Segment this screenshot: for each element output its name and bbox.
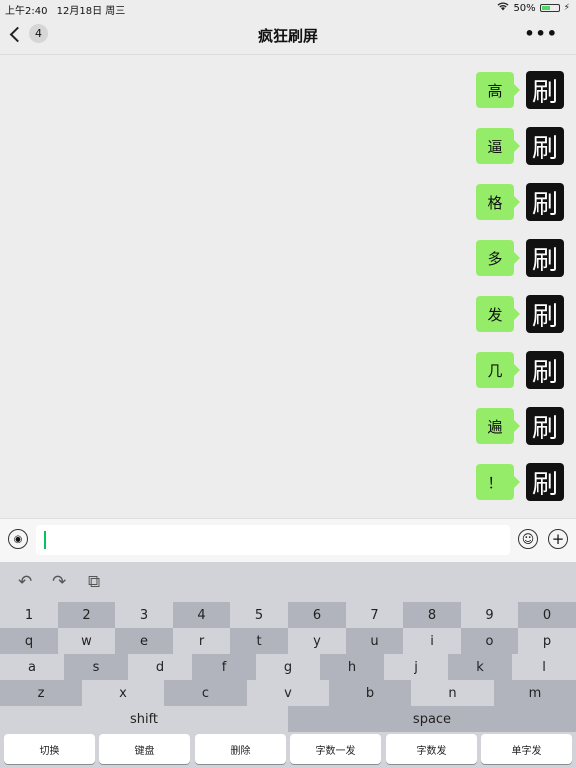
key[interactable]: j	[384, 654, 448, 680]
keyboard: ↶ ↷ ⧉ 1 2 3 4 5 6 7 8 9 0 q w e r t y u …	[0, 562, 576, 768]
avatar[interactable]: 刷	[526, 239, 564, 277]
key[interactable]: 5	[230, 602, 288, 628]
key-row-bottom: z x c v b n m	[0, 680, 576, 706]
key-row-top: q w e r t y u i o p	[0, 628, 576, 654]
more-options-button[interactable]: •••	[524, 24, 558, 43]
key-row-modifiers: shift space	[0, 706, 576, 732]
wifi-icon	[497, 2, 509, 14]
message-item: 发 刷	[476, 295, 564, 333]
redo-icon[interactable]: ↷	[52, 572, 66, 592]
switch-button[interactable]: 切换	[4, 734, 95, 764]
avatar[interactable]: 刷	[526, 71, 564, 109]
action-row: 切换 键盘 删除 字数一发 字数发 单字发	[0, 732, 576, 768]
key[interactable]: o	[461, 628, 518, 654]
key[interactable]: f	[192, 654, 256, 680]
text-caret	[44, 531, 46, 549]
send-single-char-button[interactable]: 单字发	[481, 734, 572, 764]
key[interactable]: 0	[518, 602, 576, 628]
key[interactable]: n	[411, 680, 494, 706]
send-word-by-count-button[interactable]: 字数一发	[290, 734, 381, 764]
status-bar: 上午2:40 12月18日 周三 50% ⚡	[0, 0, 576, 17]
status-right: 50% ⚡	[497, 2, 570, 14]
key[interactable]: q	[0, 628, 58, 654]
keyboard-toolbar: ↶ ↷ ⧉	[0, 562, 576, 602]
plus-icon[interactable]: +	[548, 529, 568, 549]
emoji-icon[interactable]: ☺	[518, 529, 538, 549]
status-left: 上午2:40 12月18日 周三	[5, 2, 131, 17]
key[interactable]: t	[230, 628, 288, 654]
clipboard-icon[interactable]: ⧉	[88, 572, 100, 592]
key[interactable]: a	[0, 654, 64, 680]
message-bubble[interactable]: 几	[476, 352, 520, 388]
message-bubble[interactable]: ！	[476, 464, 520, 500]
key[interactable]: k	[448, 654, 512, 680]
avatar[interactable]: 刷	[526, 407, 564, 445]
message-item: 逼 刷	[476, 127, 564, 165]
avatar[interactable]: 刷	[526, 351, 564, 389]
nav-bar: 4 疯狂刷屏 •••	[0, 16, 576, 55]
key[interactable]: 4	[173, 602, 230, 628]
key[interactable]: i	[403, 628, 461, 654]
shift-key[interactable]: shift	[0, 706, 288, 732]
message-bubble[interactable]: 高	[476, 72, 520, 108]
message-bubble[interactable]: 遍	[476, 408, 520, 444]
message-item: 遍 刷	[476, 407, 564, 445]
key-row-middle: a s d f g h j k l	[0, 654, 576, 680]
voice-input-icon[interactable]: ◉	[8, 529, 28, 549]
key[interactable]: v	[247, 680, 329, 706]
key[interactable]: s	[64, 654, 128, 680]
message-item: 几 刷	[476, 351, 564, 389]
key[interactable]: 6	[288, 602, 346, 628]
message-item: 多 刷	[476, 239, 564, 277]
message-input[interactable]	[36, 525, 510, 555]
key[interactable]: b	[329, 680, 411, 706]
key[interactable]: y	[288, 628, 346, 654]
key[interactable]: e	[115, 628, 173, 654]
key-row-numbers: 1 2 3 4 5 6 7 8 9 0	[0, 602, 576, 628]
message-item: 高 刷	[476, 71, 564, 109]
message-bubble[interactable]: 发	[476, 296, 520, 332]
charging-bolt-icon: ⚡	[563, 3, 570, 13]
key[interactable]: 8	[403, 602, 461, 628]
message-bubble[interactable]: 格	[476, 184, 520, 220]
chat-title: 疯狂刷屏	[257, 27, 318, 45]
key[interactable]: x	[82, 680, 164, 706]
avatar[interactable]: 刷	[526, 463, 564, 501]
key[interactable]: 3	[115, 602, 173, 628]
key[interactable]: l	[512, 654, 576, 680]
avatar[interactable]: 刷	[526, 295, 564, 333]
key[interactable]: 2	[58, 602, 115, 628]
delete-button[interactable]: 删除	[195, 734, 286, 764]
message-list[interactable]: 高 刷 逼 刷 格 刷 多 刷 发 刷 几 刷 遍 刷 ！ 刷	[0, 55, 576, 518]
key[interactable]: d	[128, 654, 192, 680]
key[interactable]: r	[173, 628, 230, 654]
key[interactable]: p	[518, 628, 576, 654]
input-bar: ◉ ☺ +	[0, 518, 576, 562]
key[interactable]: z	[0, 680, 82, 706]
key[interactable]: u	[346, 628, 403, 654]
space-key[interactable]: space	[288, 706, 576, 732]
message-bubble[interactable]: 逼	[476, 128, 520, 164]
keyboard-button[interactable]: 键盘	[99, 734, 190, 764]
key[interactable]: h	[320, 654, 384, 680]
key[interactable]: w	[58, 628, 115, 654]
key[interactable]: m	[494, 680, 576, 706]
key[interactable]: c	[164, 680, 247, 706]
battery-icon	[539, 4, 560, 12]
avatar[interactable]: 刷	[526, 183, 564, 221]
battery-percent: 50%	[513, 2, 536, 14]
send-by-count-button[interactable]: 字数发	[386, 734, 477, 764]
undo-icon[interactable]: ↶	[18, 572, 32, 592]
message-item: ！ 刷	[476, 463, 564, 501]
message-bubble[interactable]: 多	[476, 240, 520, 276]
key[interactable]: g	[256, 654, 320, 680]
key[interactable]: 7	[346, 602, 403, 628]
avatar[interactable]: 刷	[526, 127, 564, 165]
key[interactable]: 9	[461, 602, 518, 628]
key[interactable]: 1	[0, 602, 58, 628]
message-item: 格 刷	[476, 183, 564, 221]
